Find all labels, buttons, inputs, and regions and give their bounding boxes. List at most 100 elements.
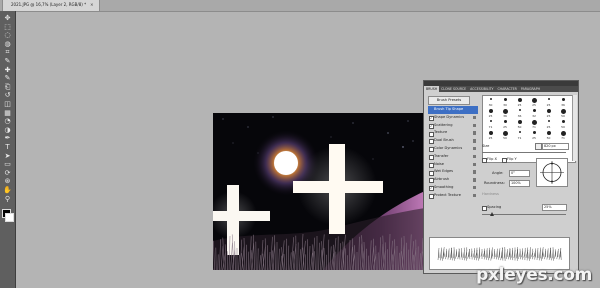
document-tab[interactable]: 2021.JPG @ 16,7% (Layer 2, RGB/8) * ✕ bbox=[2, 0, 101, 12]
lock-icon[interactable] bbox=[473, 139, 476, 143]
lock-icon[interactable] bbox=[473, 170, 476, 174]
brush-tip-item[interactable]: 71 bbox=[557, 130, 570, 140]
brush-tip-item[interactable]: 71 bbox=[513, 130, 526, 140]
lock-icon[interactable] bbox=[473, 154, 476, 159]
brush-tip-item[interactable]: 36 bbox=[557, 97, 570, 107]
brush-tip-item[interactable]: 50 bbox=[499, 130, 512, 140]
brush-option-row[interactable]: ✓ Scattering bbox=[428, 122, 478, 130]
brush-tip-item[interactable]: 30 bbox=[499, 97, 512, 107]
spacing-slider[interactable] bbox=[482, 214, 566, 215]
lasso-tool-icon[interactable]: ◌ bbox=[3, 31, 12, 39]
path-select-tool-icon[interactable]: ➤ bbox=[3, 152, 12, 160]
tab-accessibility[interactable]: Accessibility bbox=[468, 86, 495, 92]
brush-tip-item[interactable]: 36 bbox=[513, 108, 526, 118]
roundness-field[interactable]: 100% bbox=[509, 180, 530, 187]
brush-tip-scrollbar[interactable] bbox=[572, 95, 577, 161]
lock-icon[interactable] bbox=[473, 146, 476, 151]
angle-field[interactable]: 0° bbox=[509, 170, 530, 177]
3d-rotate-tool-icon[interactable]: ⟳ bbox=[3, 169, 12, 177]
quick-select-tool-icon[interactable]: ◍ bbox=[3, 40, 12, 48]
lock-icon[interactable] bbox=[473, 123, 476, 128]
background-color-swatch[interactable] bbox=[5, 213, 14, 222]
tab-brush[interactable]: Brush bbox=[424, 86, 440, 92]
brush-option-row[interactable]: Noise bbox=[428, 161, 478, 169]
brush-tip-item[interactable]: 50 bbox=[557, 108, 570, 118]
zoom-tool-icon[interactable]: ⚲ bbox=[3, 195, 12, 203]
brush-tip-item[interactable]: 25 bbox=[484, 108, 497, 118]
tab-paragraph[interactable]: Paragraph bbox=[519, 86, 542, 92]
brush-tip-item[interactable]: 25 bbox=[542, 108, 555, 118]
marquee-tool-icon[interactable]: ⬚ bbox=[3, 23, 12, 31]
brush-option-row[interactable]: Protect Texture bbox=[428, 192, 478, 200]
type-tool-icon[interactable]: T bbox=[3, 143, 12, 151]
lock-icon[interactable] bbox=[473, 162, 476, 167]
brush-tip-item[interactable]: 32 bbox=[528, 108, 541, 118]
blur-tool-icon[interactable]: ◔ bbox=[3, 117, 12, 125]
tab-character[interactable]: Character bbox=[495, 86, 518, 92]
move-tool-icon[interactable]: ✥ bbox=[3, 14, 12, 22]
brush-tip-item[interactable]: 25 bbox=[499, 119, 512, 129]
brush-option-row[interactable]: Airbrush bbox=[428, 176, 478, 184]
brush-tip-size: 25 bbox=[488, 136, 493, 140]
size-field[interactable]: 820 px bbox=[542, 143, 569, 150]
brush-tip-size: 25 bbox=[546, 114, 551, 118]
eyedropper-tool-icon[interactable]: ✎ bbox=[3, 57, 12, 65]
brush-tip-size: 25 bbox=[546, 103, 551, 107]
brush-presets-button[interactable]: Brush Presets bbox=[428, 96, 470, 105]
brush-option-label: Color Dynamics bbox=[434, 145, 463, 150]
brush-option-row[interactable]: ✓ Shape Dynamics bbox=[428, 114, 478, 122]
lock-icon[interactable] bbox=[473, 185, 476, 190]
brush-tip-item[interactable]: 36 bbox=[499, 108, 512, 118]
close-icon[interactable]: ✕ bbox=[90, 2, 93, 7]
spacing-slider-thumb[interactable] bbox=[490, 212, 494, 216]
document-canvas[interactable] bbox=[213, 113, 425, 270]
clone-stamp-tool-icon[interactable]: ⎗ bbox=[3, 83, 12, 91]
brush-tip-item[interactable]: 25 bbox=[528, 97, 541, 107]
brush-tip-item[interactable]: 30 bbox=[484, 97, 497, 107]
brush-tip-item[interactable]: 50 bbox=[513, 119, 526, 129]
gradient-tool-icon[interactable]: ▦ bbox=[3, 109, 12, 117]
brush-option-row[interactable]: Transfer bbox=[428, 153, 478, 161]
spacing-field[interactable]: 25% bbox=[542, 204, 567, 211]
brush-tool-icon[interactable]: ✎ bbox=[3, 74, 12, 82]
hand-tool-icon[interactable]: ✋ bbox=[3, 186, 12, 194]
brush-tip-item[interactable]: 25 bbox=[542, 119, 555, 129]
eraser-tool-icon[interactable]: ◫ bbox=[3, 100, 12, 108]
reset-size-icon[interactable] bbox=[535, 143, 542, 150]
dodge-tool-icon[interactable]: ◑ bbox=[3, 126, 12, 134]
brush-option-label: Airbrush bbox=[434, 177, 450, 182]
brush-option-row[interactable]: Dual Brush bbox=[428, 137, 478, 145]
size-slider[interactable] bbox=[482, 152, 566, 153]
angle-roundness-widget[interactable] bbox=[536, 158, 568, 187]
brush-tip-item[interactable]: 25 bbox=[484, 130, 497, 140]
brush-option-label: Shape Dynamics bbox=[434, 114, 465, 119]
brush-tip-size: 50 bbox=[546, 136, 551, 140]
brush-tip-icon bbox=[503, 120, 507, 123]
pen-tool-icon[interactable]: ✒ bbox=[3, 134, 12, 142]
3d-orbit-tool-icon[interactable]: ⊛ bbox=[3, 177, 12, 185]
lock-icon[interactable] bbox=[473, 178, 476, 182]
lock-icon[interactable] bbox=[473, 131, 476, 135]
lock-icon[interactable] bbox=[473, 115, 476, 120]
brush-option-row[interactable]: Brush Tip Shape bbox=[428, 106, 478, 114]
brush-option-row[interactable]: Color Dynamics bbox=[428, 145, 478, 153]
brush-tip-icon bbox=[488, 109, 493, 113]
brush-tip-item[interactable]: 71 bbox=[528, 119, 541, 129]
brush-tip-item[interactable]: 71 bbox=[484, 119, 497, 129]
brush-option-row[interactable]: Texture bbox=[428, 129, 478, 137]
tab-clone-source[interactable]: Clone Source bbox=[439, 86, 468, 92]
brush-tip-item[interactable]: 25 bbox=[542, 97, 555, 107]
brush-tip-item[interactable]: 25 bbox=[513, 97, 526, 107]
brush-option-row[interactable]: ✓ Smoothing bbox=[428, 184, 478, 192]
lock-icon[interactable] bbox=[473, 193, 476, 198]
healing-brush-tool-icon[interactable]: ✚ bbox=[3, 66, 12, 74]
brush-tip-item[interactable]: 25 bbox=[528, 130, 541, 140]
brush-tip-size: 71 bbox=[488, 125, 493, 129]
brush-tip-item[interactable]: 50 bbox=[542, 130, 555, 140]
brush-option-row[interactable]: Wet Edges bbox=[428, 168, 478, 176]
history-brush-tool-icon[interactable]: ↺ bbox=[3, 91, 12, 99]
brush-tip-item[interactable]: 50 bbox=[557, 119, 570, 129]
flip-y-label: Flip Y bbox=[507, 157, 517, 161]
crop-tool-icon[interactable]: ⌗ bbox=[3, 48, 12, 56]
shape-tool-icon[interactable]: ▭ bbox=[3, 160, 12, 168]
